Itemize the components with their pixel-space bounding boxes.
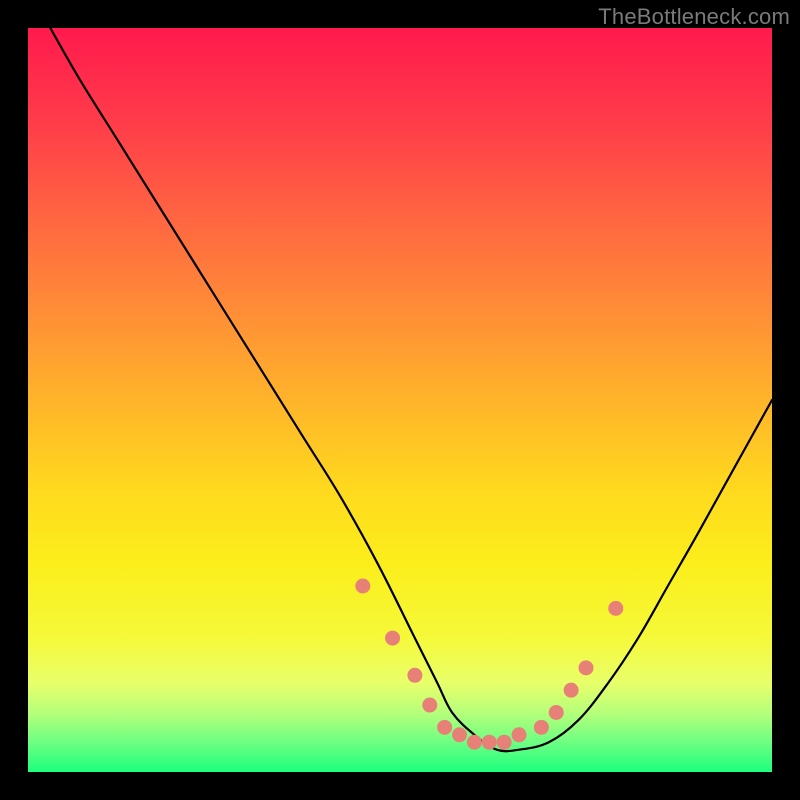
valley-dots-group bbox=[355, 579, 623, 750]
valley-dot bbox=[512, 727, 527, 742]
valley-dot bbox=[534, 720, 549, 735]
attribution-text: TheBottleneck.com bbox=[598, 4, 790, 30]
bottleneck-curve bbox=[50, 28, 772, 751]
plot-area bbox=[28, 28, 772, 772]
valley-dot bbox=[482, 735, 497, 750]
valley-dot bbox=[608, 601, 623, 616]
valley-dot bbox=[579, 660, 594, 675]
valley-dot bbox=[422, 698, 437, 713]
valley-dot bbox=[437, 720, 452, 735]
valley-dot bbox=[564, 683, 579, 698]
curve-layer bbox=[28, 28, 772, 772]
valley-dot bbox=[549, 705, 564, 720]
valley-dot bbox=[385, 631, 400, 646]
valley-dot bbox=[355, 579, 370, 594]
valley-dot bbox=[497, 735, 512, 750]
valley-dot bbox=[452, 727, 467, 742]
valley-dot bbox=[407, 668, 422, 683]
curve-path-group bbox=[50, 28, 772, 751]
chart-frame: TheBottleneck.com bbox=[0, 0, 800, 800]
valley-dot bbox=[467, 735, 482, 750]
